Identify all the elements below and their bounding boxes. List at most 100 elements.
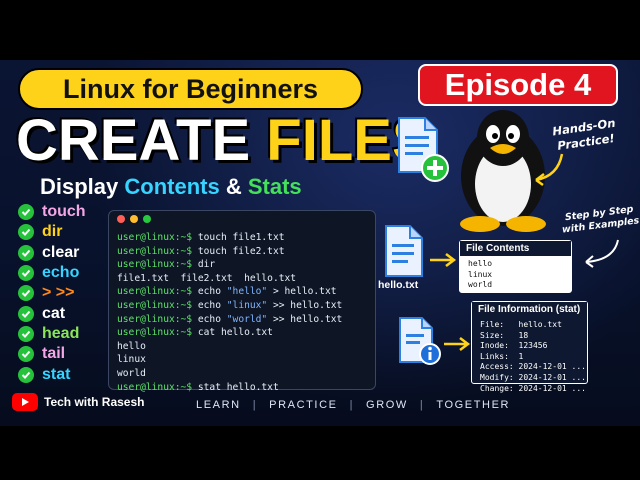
series-title-badge: Linux for Beginners	[18, 68, 363, 110]
stat-line: Modify: 2024-12-01 ...	[480, 372, 586, 382]
title-word-create: CREATE	[16, 108, 251, 173]
close-dot-icon	[117, 215, 125, 223]
command-label: stat	[42, 365, 71, 383]
command-label: clear	[42, 243, 80, 261]
terminal-line: hello	[117, 340, 367, 354]
terminal-command: echo	[197, 299, 227, 311]
terminal-output-text: world	[117, 367, 146, 379]
motto-word: TOGETHER	[436, 399, 511, 411]
command-item: dir	[18, 222, 108, 242]
file-content-line: linux	[468, 269, 493, 279]
motto-word: LEARN	[196, 399, 241, 411]
file-content-line: world	[468, 280, 493, 290]
curved-arrow-icon	[535, 153, 564, 187]
minimize-dot-icon	[130, 215, 138, 223]
stat-line: Change: 2024-12-01 ...	[480, 383, 586, 393]
motto-word: PRACTICE	[269, 399, 338, 411]
terminal-window: user@linux:~$ touch file1.txt user@linux:…	[108, 210, 376, 393]
terminal-output-text: file1.txt file2.txt hello.txt	[117, 272, 297, 284]
motto-separator: |	[419, 399, 425, 411]
terminal-line: user@linux:~$ touch file1.txt	[117, 231, 367, 245]
checkmark-icon	[18, 265, 34, 282]
subtitle-word: Stats	[247, 174, 302, 199]
new-file-icon	[398, 117, 449, 182]
command-item: touch	[18, 202, 108, 222]
stat-line: Inode: 123456	[480, 341, 548, 351]
file-information-panel: File Information (stat) File: hello.txt S…	[471, 301, 588, 393]
curved-arrow-icon	[585, 239, 619, 268]
terminal-command: >> hello.txt	[267, 313, 343, 325]
command-label: tail	[42, 345, 66, 363]
command-label: head	[42, 324, 80, 342]
terminal-output: user@linux:~$ touch file1.txt user@linux:…	[109, 227, 375, 398]
command-item: head	[18, 324, 108, 344]
subtitle: Display Contents & Stats	[40, 172, 400, 202]
stat-line: Size: 18	[480, 330, 529, 340]
terminal-line: world	[117, 367, 367, 381]
episode-badge: Episode 4	[418, 64, 618, 106]
terminal-prompt: user@linux:~$	[117, 299, 198, 311]
checkmark-icon	[18, 204, 34, 221]
terminal-command: dir	[197, 259, 216, 271]
text-file-icon	[385, 225, 423, 277]
command-list: touch dir clear echo > >> cat head tail stat	[18, 202, 108, 385]
subtitle-word: Display	[40, 174, 119, 199]
command-item: clear	[18, 243, 108, 263]
terminal-command: >> hello.txt	[267, 299, 343, 311]
terminal-prompt: user@linux:~$	[117, 286, 198, 298]
command-label: cat	[42, 304, 66, 322]
command-label: touch	[42, 203, 86, 221]
thumbnail: Linux for Beginners Episode 4 CREATE FIL…	[0, 0, 640, 480]
checkmark-icon	[18, 224, 34, 241]
checkmark-icon	[18, 305, 34, 322]
command-label: > >>	[42, 284, 75, 302]
main-title: CREATE FILES	[16, 108, 431, 174]
maximize-dot-icon	[143, 215, 151, 223]
terminal-title-bar	[109, 211, 375, 227]
terminal-command: echo	[197, 313, 227, 325]
terminal-prompt: user@linux:~$	[117, 313, 198, 325]
file-info-icon	[399, 317, 441, 365]
file-content-line: hello	[468, 259, 493, 268]
terminal-line: user@linux:~$ touch file2.txt	[117, 245, 367, 259]
motto-separator: |	[349, 399, 355, 411]
motto-word: GROW	[366, 399, 408, 411]
checkmark-icon	[18, 366, 34, 383]
checkmark-icon	[18, 346, 34, 363]
terminal-line: user@linux:~$ dir	[117, 258, 367, 272]
terminal-command: touch file1.txt	[197, 232, 285, 243]
terminal-output-text: linux	[117, 354, 146, 366]
checkmark-icon	[18, 325, 34, 342]
command-label: dir	[42, 223, 63, 241]
arrow-right-icon	[444, 337, 471, 351]
command-item: tail	[18, 344, 108, 364]
terminal-prompt: user@linux:~$	[117, 259, 198, 271]
terminal-string: "linux"	[226, 299, 268, 311]
terminal-command: echo	[197, 286, 227, 298]
command-item: stat	[18, 364, 108, 384]
terminal-command: > hello.txt	[267, 286, 337, 298]
checkmark-icon	[18, 244, 34, 261]
terminal-line: user@linux:~$ cat hello.txt	[117, 326, 367, 340]
panel-body: File: hello.txt Size: 18 Inode: 123456 Link…	[472, 317, 587, 397]
top-black-bar	[0, 0, 640, 60]
panel-title: File Contents	[460, 241, 571, 256]
terminal-command: touch file2.txt	[197, 245, 285, 257]
command-item: cat	[18, 303, 108, 323]
subtitle-word: &	[225, 174, 242, 199]
terminal-line: linux	[117, 353, 367, 367]
stat-line: File: hello.txt	[480, 320, 562, 329]
motto-separator: |	[252, 399, 258, 411]
terminal-line: user@linux:~$ echo "world" >> hello.txt	[117, 313, 367, 327]
panel-title: File Information (stat)	[472, 302, 587, 317]
terminal-line: user@linux:~$ echo "linux" >> hello.txt	[117, 299, 367, 313]
step-by-step-label: Step by Step with Examples	[561, 203, 640, 236]
subtitle-word: Contents	[124, 174, 220, 199]
checkmark-icon	[18, 285, 34, 302]
bottom-black-bar	[0, 426, 640, 480]
terminal-string: "world"	[226, 313, 268, 325]
file-contents-panel: File Contents hello linux world	[459, 240, 572, 293]
channel-name: Tech with Rasesh	[44, 395, 145, 409]
terminal-prompt: user@linux:~$	[117, 327, 198, 339]
command-item: > >>	[18, 283, 108, 303]
